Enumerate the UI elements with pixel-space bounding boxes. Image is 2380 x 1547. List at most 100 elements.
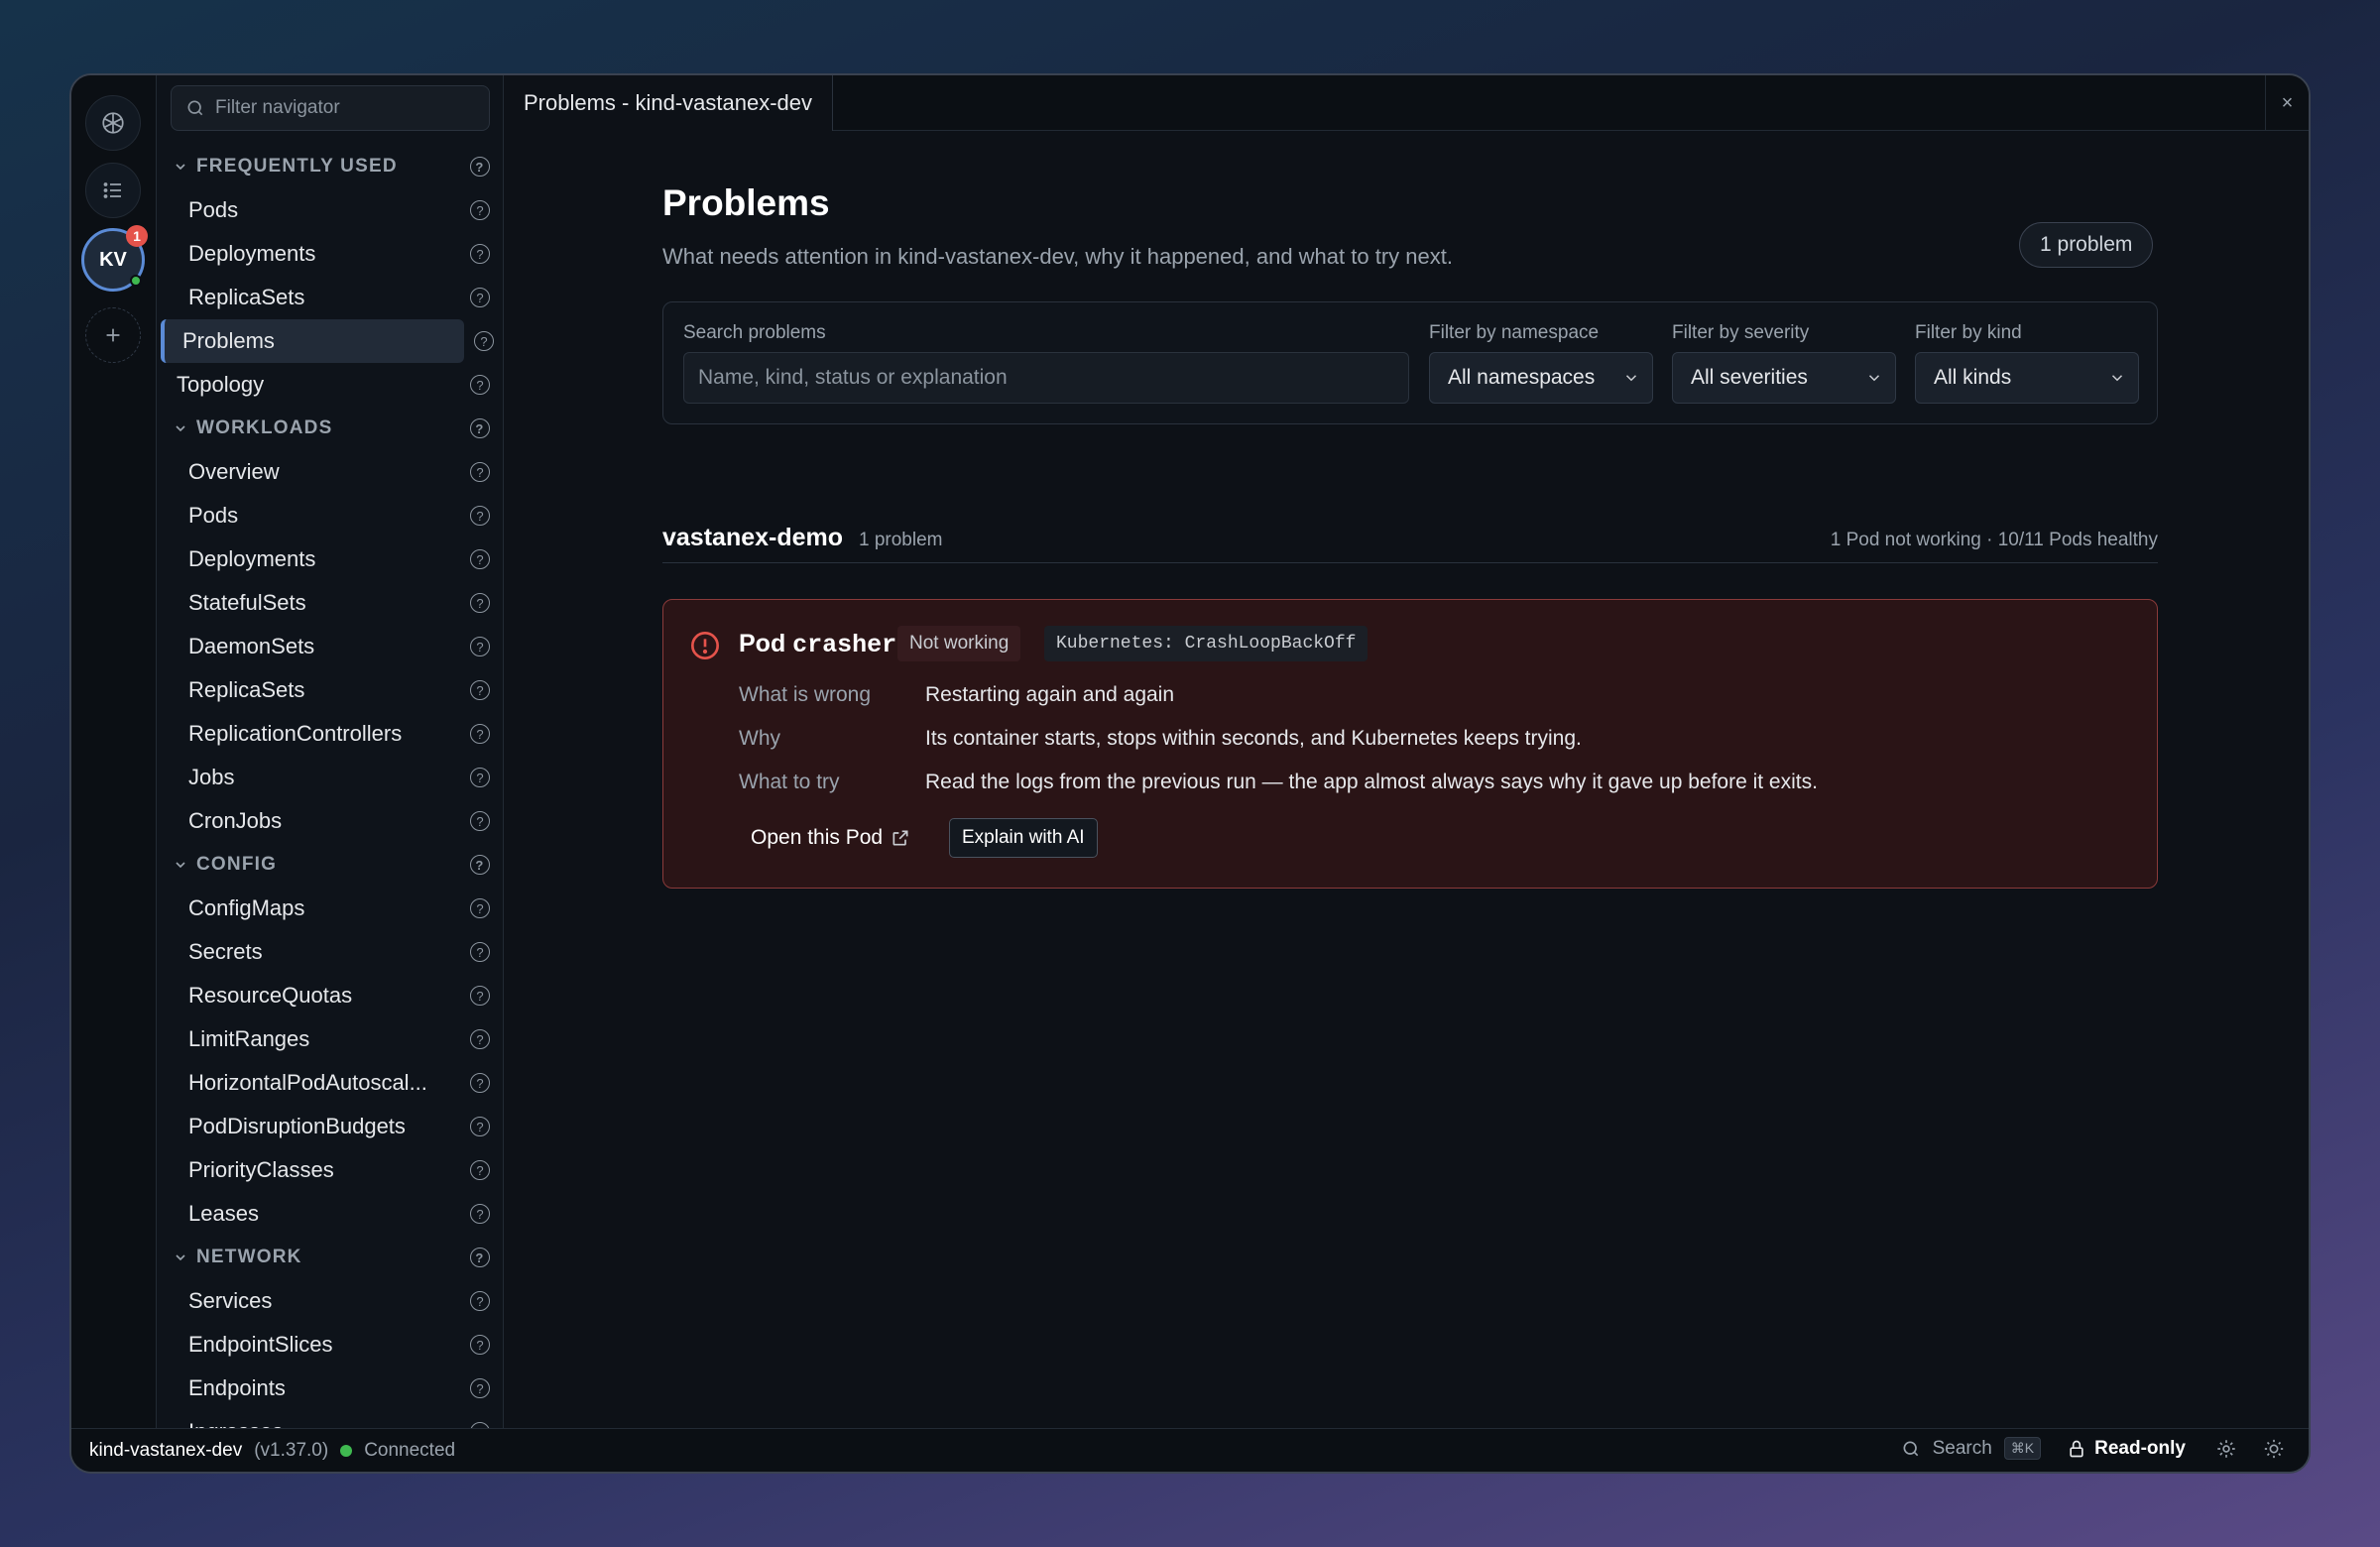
sidebar-item-limitranges[interactable]: LimitRanges? <box>157 1017 503 1061</box>
help-icon[interactable]: ? <box>470 1378 490 1398</box>
help-icon[interactable]: ? <box>470 637 490 656</box>
sidebar-item-daemonsets[interactable]: DaemonSets? <box>157 625 503 668</box>
sidebar-item-replicasets[interactable]: ReplicaSets? <box>157 668 503 712</box>
sidebar-item-leases[interactable]: Leases? <box>157 1192 503 1236</box>
lock-icon <box>2070 1440 2083 1457</box>
sidebar-item-priorityclasses[interactable]: PriorityClasses? <box>157 1148 503 1192</box>
help-icon[interactable]: ? <box>470 811 490 831</box>
sidebar-item-label: ResourceQuotas <box>188 983 353 1008</box>
sidebar-item-overview[interactable]: Overview? <box>157 450 503 494</box>
nav-section-workloads[interactable]: WORKLOADS? <box>157 407 503 450</box>
sidebar-item-label: CONFIG <box>196 854 278 875</box>
navigator-search[interactable]: Filter navigator <box>171 85 490 131</box>
add-cluster-button[interactable] <box>85 307 141 363</box>
open-pod-link[interactable]: Open this Pod <box>751 826 910 850</box>
connected-dot <box>130 275 142 287</box>
help-icon[interactable]: ? <box>470 244 490 264</box>
sidebar-item-jobs[interactable]: Jobs? <box>157 756 503 799</box>
help-icon[interactable]: ? <box>470 1029 490 1049</box>
kind-filter-select[interactable]: All kinds <box>1915 352 2139 404</box>
theme-toggle-icon[interactable] <box>2263 1438 2285 1460</box>
sidebar-item-pods[interactable]: Pods? <box>157 494 503 537</box>
connection-status-dot <box>340 1445 353 1457</box>
help-icon[interactable]: ? <box>470 157 490 177</box>
cluster-logo-icon[interactable] <box>85 95 141 151</box>
sidebar-item-topology[interactable]: Topology? <box>157 363 503 407</box>
list-view-icon[interactable] <box>85 163 141 218</box>
help-icon[interactable]: ? <box>470 986 490 1006</box>
nav-section-frequently-used[interactable]: FREQUENTLY USED? <box>157 145 503 188</box>
sidebar-item-pods[interactable]: Pods? <box>157 188 503 232</box>
help-icon[interactable]: ? <box>470 1160 490 1180</box>
problem-title: Pod crasher <box>739 630 896 659</box>
namespace-filter-select[interactable]: All namespaces <box>1429 352 1653 404</box>
explain-with-ai-button[interactable]: Explain with AI <box>949 818 1098 858</box>
gear-icon[interactable] <box>2215 1438 2237 1460</box>
nav-section-config[interactable]: CONFIG? <box>157 843 503 887</box>
search-icon <box>1903 1441 1918 1456</box>
tab-title: Problems - kind-vastanex-dev <box>524 90 813 115</box>
severity-filter-select[interactable]: All severities <box>1672 352 1896 404</box>
sidebar-item-endpointslices[interactable]: EndpointSlices? <box>157 1323 503 1367</box>
help-icon[interactable]: ? <box>470 1073 490 1093</box>
help-icon[interactable]: ? <box>470 593 490 613</box>
help-icon[interactable]: ? <box>470 855 490 875</box>
sidebar-item-problems[interactable]: Problems? <box>161 319 494 363</box>
sidebar-item-endpoints[interactable]: Endpoints? <box>157 1367 503 1410</box>
sidebar-item-resourcequotas[interactable]: ResourceQuotas? <box>157 974 503 1017</box>
help-icon[interactable]: ? <box>470 1335 490 1355</box>
severity-filter-label: Filter by severity <box>1672 322 1810 343</box>
sidebar-item-deployments[interactable]: Deployments? <box>157 537 503 581</box>
help-icon[interactable]: ? <box>470 680 490 700</box>
why-label: Why <box>739 727 780 750</box>
sidebar-item-label: PodDisruptionBudgets <box>188 1114 406 1138</box>
avatar-initials: KV <box>99 248 127 271</box>
help-icon[interactable]: ? <box>470 898 490 918</box>
search-problems-input[interactable] <box>683 352 1409 404</box>
cluster-avatar[interactable]: KV 1 <box>81 225 148 292</box>
sidebar-item-services[interactable]: Services? <box>157 1279 503 1323</box>
navigator-panel: Filter navigator FREQUENTLY USED? Pods? De… <box>157 75 504 1432</box>
help-icon[interactable]: ? <box>470 724 490 744</box>
read-only-indicator[interactable]: Read-only <box>2067 1438 2186 1460</box>
help-icon[interactable]: ? <box>470 549 490 569</box>
sidebar-item-replicationcontrollers[interactable]: ReplicationControllers? <box>157 712 503 756</box>
sidebar-item-label: Deployments <box>188 241 316 266</box>
sidebar-item-label: Endpoints <box>188 1375 286 1400</box>
tab-problems[interactable]: Problems - kind-vastanex-dev <box>504 75 834 131</box>
sidebar-item-label: ReplicaSets <box>188 677 305 702</box>
help-icon[interactable]: ? <box>470 768 490 787</box>
sidebar-item-configmaps[interactable]: ConfigMaps? <box>157 887 503 930</box>
sidebar-item-poddisruptionbudgets[interactable]: PodDisruptionBudgets? <box>157 1105 503 1148</box>
help-icon[interactable]: ? <box>470 1291 490 1311</box>
help-icon[interactable]: ? <box>470 288 490 307</box>
sidebar-item-label: Overview <box>188 459 280 484</box>
sidebar-item-label: LimitRanges <box>188 1026 310 1051</box>
close-icon[interactable]: × <box>2265 75 2309 131</box>
namespace-group-header: vastanex-demo 1 problem 1 Pod not workin… <box>662 524 2158 563</box>
help-icon[interactable]: ? <box>470 418 490 438</box>
help-icon[interactable]: ? <box>470 1204 490 1224</box>
help-icon[interactable]: ? <box>470 1248 490 1267</box>
global-search-button[interactable]: Search <box>1933 1438 1992 1460</box>
chevron-down-icon <box>2111 375 2123 382</box>
help-icon[interactable]: ? <box>470 1117 490 1136</box>
search-shortcut: ⌘K <box>2003 1437 2042 1460</box>
sidebar-item-statefulsets[interactable]: StatefulSets? <box>157 581 503 625</box>
what-to-try-value: Read the logs from the previous run — th… <box>925 771 1818 793</box>
sidebar-item-deployments[interactable]: Deployments? <box>157 232 503 276</box>
sidebar-item-horizontalpodautoscal[interactable]: HorizontalPodAutoscal...? <box>157 1061 503 1105</box>
help-icon[interactable]: ? <box>474 331 494 351</box>
sidebar-item-replicasets[interactable]: ReplicaSets? <box>157 276 503 319</box>
sidebar-item-secrets[interactable]: Secrets? <box>157 930 503 974</box>
namespace-name: vastanex-demo <box>662 524 844 551</box>
nav-section-network[interactable]: NETWORK? <box>157 1236 503 1279</box>
help-icon[interactable]: ? <box>470 200 490 220</box>
sidebar-item-label: Services <box>188 1288 273 1313</box>
why-value: Its container starts, stops within secon… <box>925 727 1582 750</box>
help-icon[interactable]: ? <box>470 462 490 482</box>
help-icon[interactable]: ? <box>470 506 490 526</box>
help-icon[interactable]: ? <box>470 375 490 395</box>
sidebar-item-cronjobs[interactable]: CronJobs? <box>157 799 503 843</box>
help-icon[interactable]: ? <box>470 942 490 962</box>
